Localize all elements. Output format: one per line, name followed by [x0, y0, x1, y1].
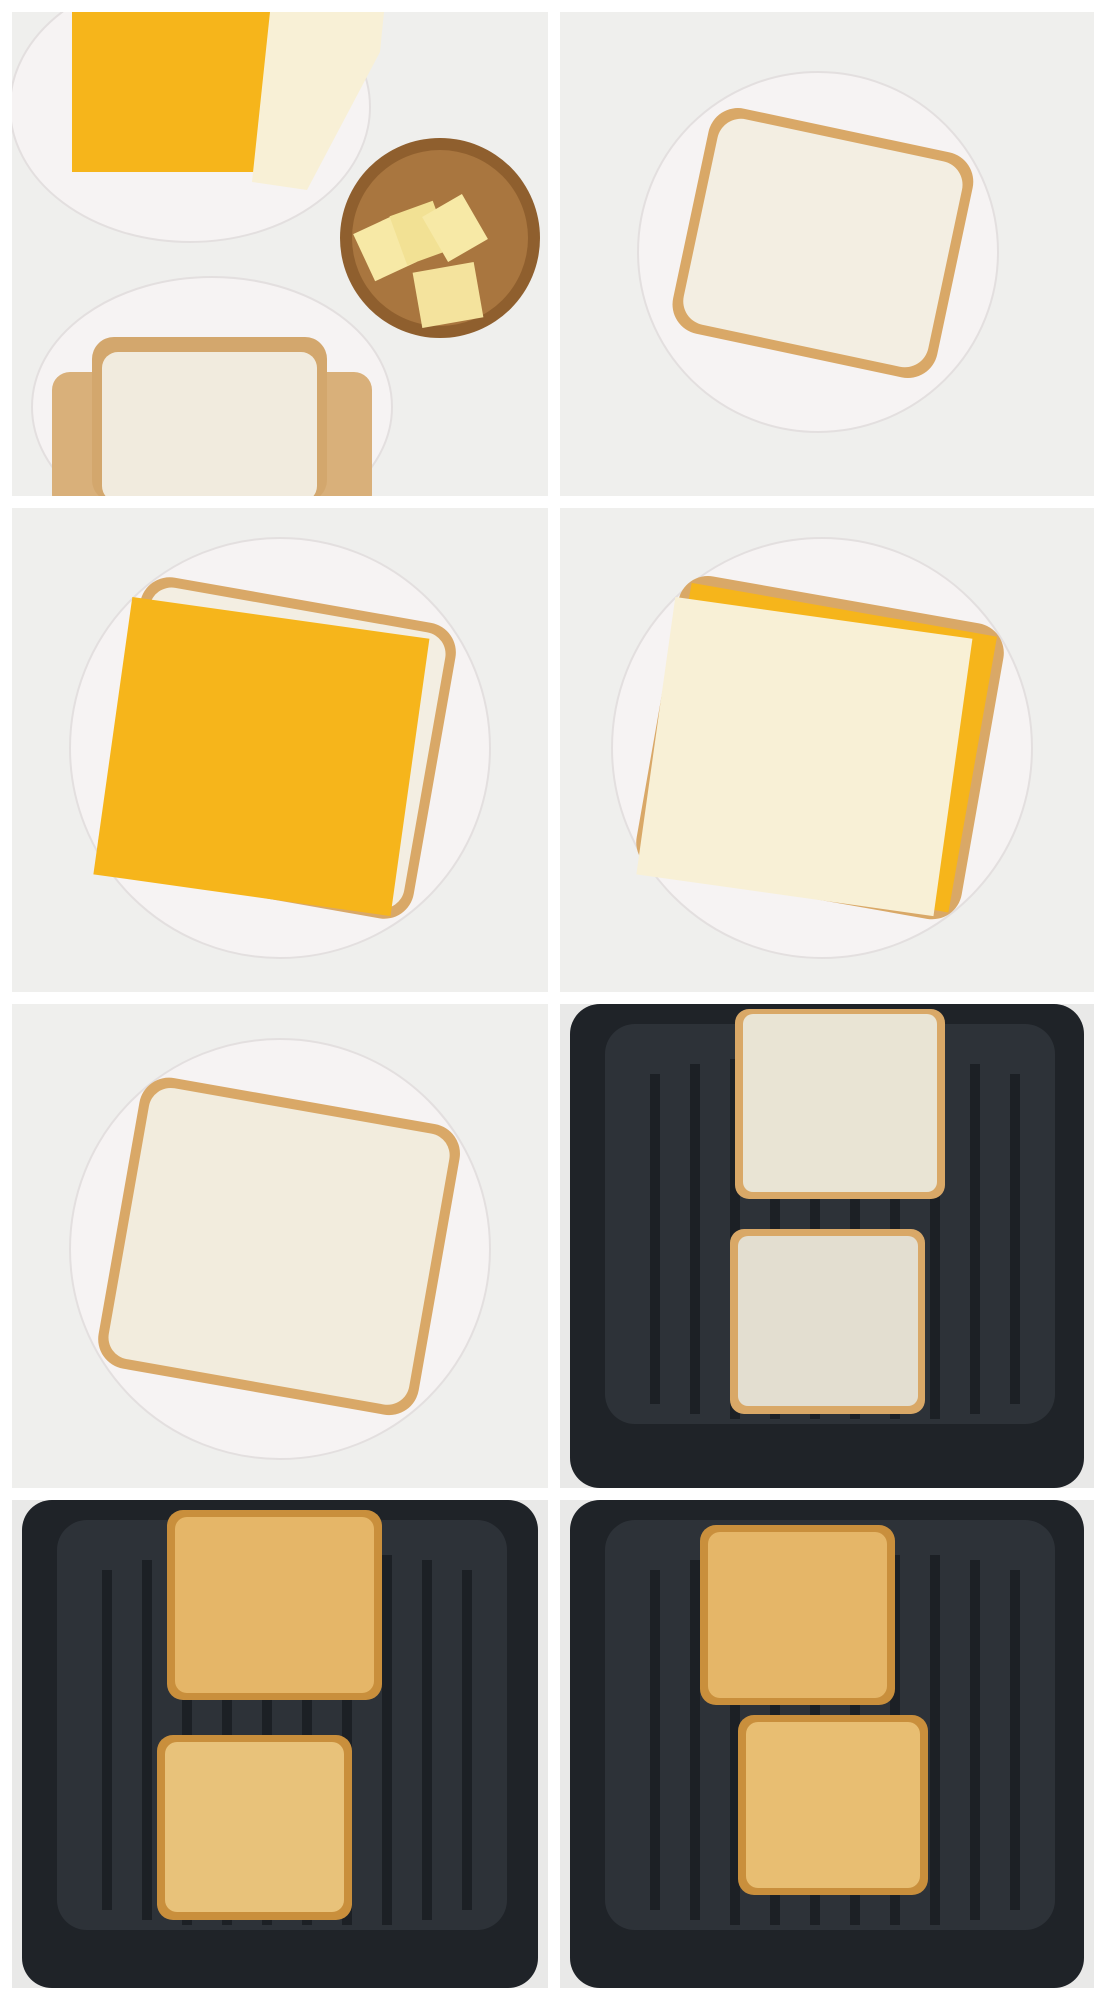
- bread-icon: [560, 12, 1094, 496]
- step-5-top-slice-photo: [12, 1004, 548, 1488]
- air-fryer-icon: [560, 1004, 1094, 1488]
- cheddar-icon: [12, 508, 548, 992]
- bread-icon: [12, 1004, 548, 1488]
- step-6-air-fryer-photo: [560, 1004, 1094, 1488]
- toast-icon: [12, 1500, 548, 1988]
- step-4-white-cheese-photo: [560, 508, 1094, 992]
- step-8-toasted-flipped-photo: [560, 1500, 1094, 1988]
- ingredients-icon: [12, 12, 548, 496]
- step-2-buttered-bread-photo: [560, 12, 1094, 496]
- cheese-icon: [560, 508, 1094, 992]
- recipe-step-collage: [0, 0, 1106, 2000]
- step-1-ingredients-photo: [12, 12, 548, 496]
- step-3-cheddar-photo: [12, 508, 548, 992]
- step-7-toasted-photo: [12, 1500, 548, 1988]
- toast-icon: [560, 1500, 1094, 1988]
